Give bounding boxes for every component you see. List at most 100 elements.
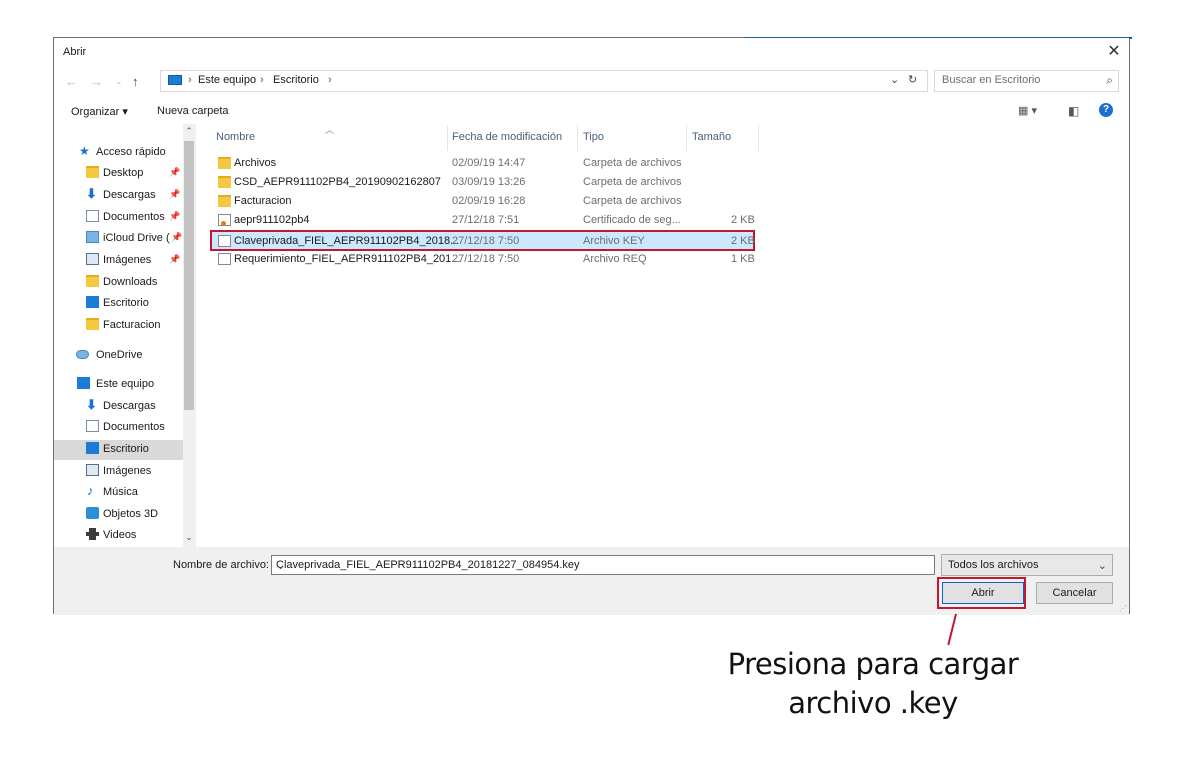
nav-item-musica[interactable]: ♪ Música <box>54 483 183 503</box>
forward-arrow-icon[interactable]: → <box>90 74 103 89</box>
preview-pane-icon[interactable]: ◧ <box>1068 104 1079 118</box>
nav-item-icloud-drive[interactable]: iCloud Drive ( 📌 <box>54 229 183 249</box>
filename-input[interactable]: Claveprivada_FIEL_AEPR911102PB4_20181227… <box>271 555 935 575</box>
file-name: Facturacion <box>234 195 292 207</box>
certificate-icon <box>218 214 231 226</box>
nav-item-label: Documentos <box>103 421 165 433</box>
nav-scrollbar[interactable]: ⌃ ⌄ <box>183 124 195 547</box>
nav-item-downloads[interactable]: Downloads <box>54 273 183 293</box>
breadcrumb-separator-icon[interactable]: › <box>328 74 332 86</box>
file-type: Carpeta de archivos <box>583 195 682 207</box>
column-divider[interactable] <box>447 125 448 151</box>
folder-icon <box>86 275 99 287</box>
nav-item-facturacion[interactable]: Facturacion <box>54 316 183 336</box>
new-folder-button[interactable]: Nueva carpeta <box>157 105 229 117</box>
cloud-icon <box>76 350 89 359</box>
back-arrow-icon[interactable]: ← <box>65 74 78 89</box>
file-type-value: Todos los archivos <box>948 559 1039 571</box>
nav-item-onedrive[interactable]: OneDrive <box>54 346 183 366</box>
nav-item-objetos-3d[interactable]: Objetos 3D <box>54 505 183 525</box>
nav-item-descargas-pinned[interactable]: ⬇ Descargas 📌 <box>54 186 183 206</box>
file-type: Carpeta de archivos <box>583 157 682 169</box>
refresh-icon[interactable]: ↻ <box>908 73 917 86</box>
pin-icon: 📌 <box>169 167 181 177</box>
callout-line-1: Presiona para cargar <box>727 647 1019 681</box>
nav-item-label: Imágenes <box>103 465 152 477</box>
nav-item-label: Documentos <box>103 211 165 223</box>
file-type: Archivo KEY <box>583 235 645 247</box>
column-header-modified[interactable]: Fecha de modificación <box>452 131 562 143</box>
scroll-down-icon[interactable]: ⌄ <box>183 532 195 543</box>
title-bar: Abrir ✕ <box>54 38 1129 66</box>
file-size: 2 KB <box>731 214 755 226</box>
address-controls: ⌄ ↻ <box>886 71 928 91</box>
column-divider[interactable] <box>758 125 759 151</box>
file-row[interactable]: Archivos 02/09/19 14:47 Carpeta de archi… <box>212 154 738 173</box>
breadcrumb-separator-icon[interactable]: › <box>188 74 192 86</box>
nav-item-label: Downloads <box>103 276 158 288</box>
breadcrumb-escritorio[interactable]: Escritorio <box>273 74 319 86</box>
view-options-icon[interactable]: ▦ ▾ <box>1018 104 1037 117</box>
column-divider[interactable] <box>577 125 578 151</box>
scrollbar-thumb[interactable] <box>184 141 194 410</box>
dialog-footer: Nombre de archivo: Claveprivada_FIEL_AEP… <box>54 547 1129 615</box>
column-header-size[interactable]: Tamaño <box>692 131 731 143</box>
nav-item-escritorio[interactable]: Escritorio <box>54 440 183 460</box>
address-dropdown-chevron-icon[interactable]: ⌄ <box>890 73 899 86</box>
breadcrumb-separator-icon[interactable]: › <box>260 74 264 86</box>
column-header-name[interactable]: Nombre <box>216 131 255 143</box>
nav-item-label: Descargas <box>103 189 156 201</box>
nav-item-imagenes[interactable]: Imágenes <box>54 462 183 482</box>
music-note-icon: ♪ <box>87 483 94 498</box>
address-bar[interactable]: › Este equipo › Escritorio › ⌄ ↻ <box>160 70 928 92</box>
image-icon <box>86 464 99 476</box>
callout-line-2: archivo .key <box>788 686 958 720</box>
file-type: Archivo REQ <box>583 253 647 265</box>
file-row[interactable]: Facturacion 02/09/19 16:28 Carpeta de ar… <box>212 192 738 211</box>
nav-item-documentos-pinned[interactable]: Documentos 📌 <box>54 208 183 228</box>
nav-item-este-equipo[interactable]: Este equipo <box>54 375 183 395</box>
nav-item-videos[interactable]: Videos <box>54 526 183 546</box>
callout-annotation: Presiona para cargar archivo .key <box>700 645 1046 723</box>
column-divider[interactable] <box>686 125 687 151</box>
file-row-selected-key[interactable]: Claveprivada_FIEL_AEPR911102PB4_2018... … <box>210 230 755 251</box>
star-icon: ★ <box>79 144 90 158</box>
file-list[interactable]: ︿ Nombre Fecha de modificación Tipo Tama… <box>196 124 1129 547</box>
nav-item-label: iCloud Drive ( <box>103 232 170 244</box>
file-size: 2 KB <box>731 235 755 247</box>
file-row[interactable]: Requerimiento_FIEL_AEPR911102PB4_201... … <box>212 250 755 269</box>
nav-item-acceso-rapido[interactable]: ★ Acceso rápido <box>54 143 183 163</box>
file-type-chevron-icon[interactable]: ⌄ <box>1098 559 1107 572</box>
navigation-pane[interactable]: ★ Acceso rápido Desktop 📌 ⬇ Descargas 📌 … <box>54 124 195 547</box>
breadcrumb-este-equipo[interactable]: Este equipo <box>198 74 256 86</box>
open-button[interactable]: Abrir <box>942 582 1024 604</box>
nav-item-documentos[interactable]: Documentos <box>54 418 183 438</box>
cube-icon <box>86 507 99 519</box>
recent-locations-chevron-icon[interactable]: ⌄ <box>115 76 123 87</box>
file-row[interactable]: CSD_AEPR911102PB4_20190902162807 03/09/1… <box>212 173 738 192</box>
nav-item-desktop[interactable]: Desktop 📌 <box>54 164 183 184</box>
nav-item-label: Este equipo <box>96 378 155 390</box>
nav-item-imagenes-pinned[interactable]: Imágenes 📌 <box>54 251 183 271</box>
monitor-icon <box>168 75 182 85</box>
organize-button[interactable]: Organizar ▾ <box>71 105 128 118</box>
filename-dropdown-chevron-icon[interactable]: ⌄ <box>276 559 930 572</box>
up-arrow-icon[interactable]: ↑ <box>132 74 139 89</box>
cancel-button[interactable]: Cancelar <box>1036 582 1113 604</box>
close-icon[interactable]: ✕ <box>1099 38 1129 66</box>
file-modified: 27/12/18 7:50 <box>452 253 520 265</box>
nav-item-descargas[interactable]: ⬇ Descargas <box>54 397 183 417</box>
resize-grip-icon[interactable]: ⋰ <box>1119 604 1127 613</box>
search-icon[interactable]: ⌕ <box>1106 73 1113 88</box>
file-row[interactable]: aepr911102pb4 27/12/18 7:51 Certificado … <box>212 211 755 230</box>
help-icon[interactable]: ? <box>1099 103 1113 117</box>
file-modified: 02/09/19 14:47 <box>452 157 526 169</box>
file-modified: 27/12/18 7:50 <box>452 235 520 247</box>
file-type-select[interactable]: Todos los archivos ⌄ <box>941 554 1113 576</box>
nav-item-escritorio-quick[interactable]: Escritorio <box>54 294 183 314</box>
filename-label: Nombre de archivo: <box>173 559 269 571</box>
search-input[interactable]: Buscar en Escritorio ⌕ <box>934 70 1119 92</box>
column-header-type[interactable]: Tipo <box>583 131 604 143</box>
scroll-up-icon[interactable]: ⌃ <box>183 126 195 137</box>
callout-pointer-line <box>947 613 957 646</box>
